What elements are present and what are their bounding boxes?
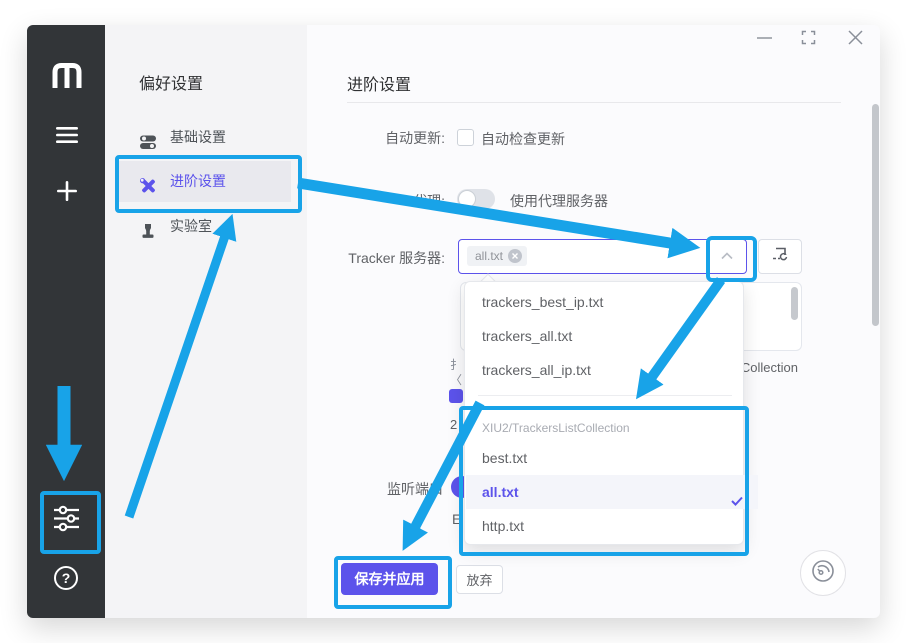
title-divider <box>347 102 841 103</box>
auto-update-checkbox[interactable] <box>457 129 474 146</box>
preferences-title: 偏好设置 <box>139 70 203 94</box>
close-icon[interactable] <box>847 29 864 46</box>
gauge-icon <box>810 558 836 589</box>
sidebar-item-basic-settings[interactable]: 基础设置 <box>139 119 226 155</box>
basic-settings-icon <box>139 128 157 146</box>
lab-icon <box>139 217 157 235</box>
proxy-toggle[interactable] <box>457 189 495 209</box>
speed-limit-button[interactable] <box>800 550 846 596</box>
add-task-icon[interactable] <box>55 179 79 203</box>
dropdown-divider <box>478 395 732 396</box>
task-list-icon[interactable] <box>55 126 79 144</box>
dropdown-option[interactable]: trackers_all_ip.txt <box>466 353 758 387</box>
auto-update-label: 自动更新: <box>307 128 445 148</box>
tracker-select[interactable]: all.txt <box>458 239 747 274</box>
app-logo-icon <box>50 61 84 89</box>
annotation-box-advanced-settings <box>115 155 302 213</box>
dropdown-option[interactable]: trackers_best_ip.txt <box>466 285 758 319</box>
sidebar-item-lab[interactable]: 实验室 <box>139 208 212 244</box>
screenshot-canvas: ? 偏好设置 基础设置 进阶设置 <box>0 0 906 643</box>
annotation-box-chevron <box>706 236 757 282</box>
hidden-checkbox-fragment <box>449 389 463 403</box>
sync-icon <box>771 246 789 267</box>
sidebar-item-label: 基础设置 <box>170 119 226 155</box>
proxy-label: 代理: <box>307 191 445 211</box>
annotation-box-save-button <box>334 556 452 609</box>
toggle-knob <box>458 190 476 208</box>
sync-trackers-button[interactable] <box>758 239 802 274</box>
help-icon[interactable]: ? <box>54 566 78 590</box>
maximize-icon[interactable] <box>801 30 816 45</box>
annotation-box-settings-icon <box>40 491 101 554</box>
tracker-tag-label: all.txt <box>475 246 503 266</box>
proxy-toggle-label[interactable]: 使用代理服务器 <box>510 191 608 211</box>
auto-update-checkbox-label[interactable]: 自动检查更新 <box>481 129 565 149</box>
hidden-text-fragment: 2 <box>450 417 457 432</box>
listen-port-label: 监听端口 <box>343 479 443 499</box>
tracker-tag: all.txt <box>467 246 527 266</box>
tracker-label: Tracker 服务器: <box>307 248 445 268</box>
page-title: 进阶设置 <box>347 71 411 95</box>
annotation-box-dropdown-group <box>459 406 749 556</box>
preferences-panel <box>105 25 307 618</box>
hidden-text-fragment: 〈 <box>450 371 462 388</box>
tag-close-icon[interactable] <box>508 249 522 263</box>
textarea-scrollbar[interactable] <box>791 287 798 320</box>
discard-button[interactable]: 放弃 <box>456 565 503 594</box>
dropdown-option[interactable]: trackers_all.txt <box>466 319 758 353</box>
sidebar-item-label: 实验室 <box>170 208 212 244</box>
page-scrollbar[interactable] <box>872 104 879 326</box>
minimize-icon[interactable] <box>757 37 772 39</box>
